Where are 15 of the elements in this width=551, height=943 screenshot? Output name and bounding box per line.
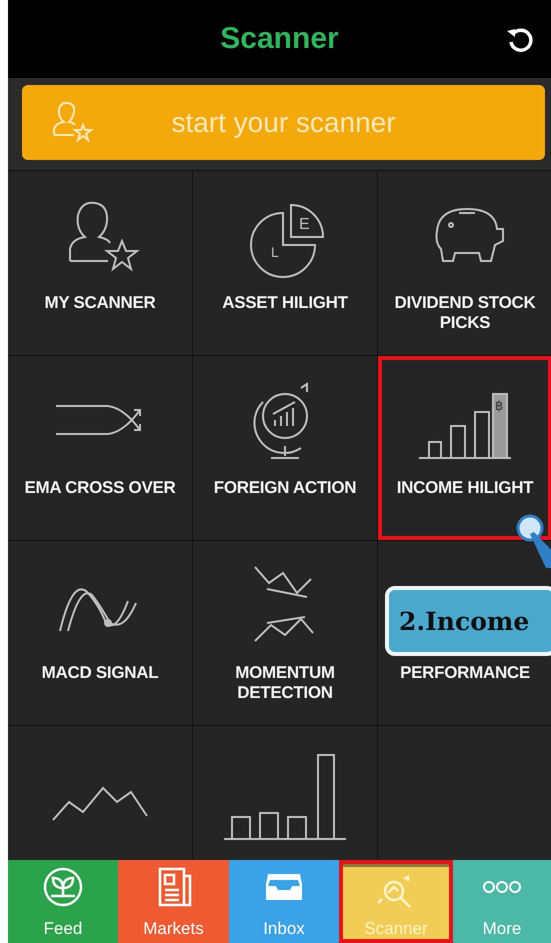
scanner-tile[interactable]: EMA CROSS OVER (8, 356, 192, 540)
scanner-tile[interactable]: ฿ INCOME HILIGHT (378, 356, 551, 540)
tutorial-callout: 2.Income (385, 586, 551, 656)
scanner-tile[interactable]: E L ASSET HILIGHT (193, 171, 377, 355)
person-star-icon (50, 99, 96, 145)
more-dots-icon (482, 880, 522, 894)
sprout-icon (41, 866, 85, 908)
scanner-tile[interactable]: DIVIDEND STOCK PICKS (378, 171, 551, 355)
scanner-tile[interactable]: MY SCANNER (8, 171, 192, 355)
screen-title: Scanner (220, 22, 339, 56)
line-chart-icon (50, 786, 150, 822)
scanner-tile[interactable]: FOREIGN ACTION (193, 356, 377, 540)
scanner-tile[interactable]: MOMENTUM DETECTION (193, 541, 377, 725)
scanner-tile[interactable]: MACD SIGNAL (8, 541, 192, 725)
pointer-hand-icon (516, 512, 551, 568)
